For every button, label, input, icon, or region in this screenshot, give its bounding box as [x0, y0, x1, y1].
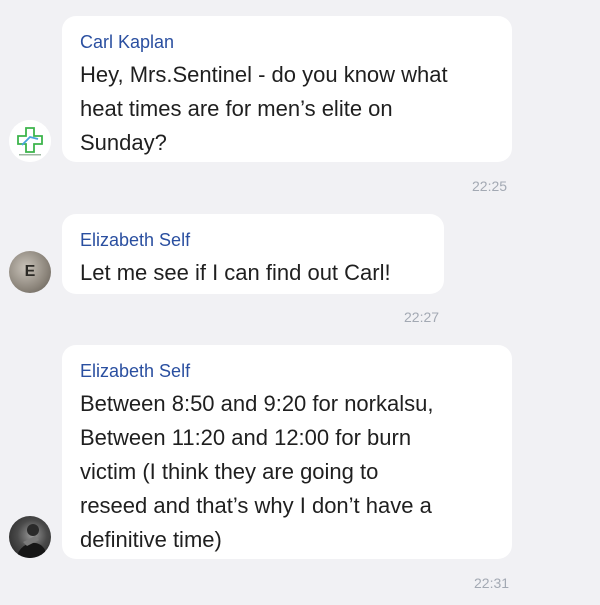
- sender-name[interactable]: Elizabeth Self: [80, 359, 494, 383]
- avatar[interactable]: E: [9, 251, 51, 293]
- message-line: Let me see if I can find out Carl!: [80, 260, 391, 285]
- message-line: Sunday?: [80, 130, 167, 155]
- message-bubble[interactable]: Elizabeth Self Between 8:50 and 9:20 for…: [62, 345, 512, 559]
- message-line: Hey, Mrs.Sentinel - do you know what: [80, 62, 448, 87]
- message-text: Hey, Mrs.Sentinel - do you know what hea…: [80, 58, 494, 160]
- message-bubble[interactable]: Carl Kaplan Hey, Mrs.Sentinel - do you k…: [62, 16, 512, 162]
- timestamp: 22:27: [404, 309, 440, 325]
- message-bubble[interactable]: Elizabeth Self Let me see if I can find …: [62, 214, 444, 294]
- message-line: Between 8:50 and 9:20 for norkalsu,: [80, 391, 434, 416]
- timestamp: 22:25: [472, 178, 508, 194]
- sender-name[interactable]: Elizabeth Self: [80, 228, 426, 252]
- message-line: Between 11:20 and 12:00 for burn: [80, 425, 412, 450]
- medical-cross-logo-icon: [9, 120, 51, 162]
- avatar[interactable]: [9, 516, 51, 558]
- message-line: reseed and that’s why I don’t have a: [80, 493, 432, 518]
- avatar[interactable]: [9, 120, 51, 162]
- message-line: heat times are for men’s elite on: [80, 96, 393, 121]
- avatar-letter: E: [24, 263, 36, 280]
- message-text: Let me see if I can find out Carl!: [80, 256, 426, 290]
- message-line: definitive time): [80, 527, 222, 552]
- timestamp: 22:31: [474, 575, 510, 591]
- sender-name[interactable]: Carl Kaplan: [80, 30, 494, 54]
- message-line: victim (I think they are going to: [80, 459, 379, 484]
- message-text: Between 8:50 and 9:20 for norkalsu, Betw…: [80, 387, 494, 557]
- user-photo-icon: [17, 524, 45, 558]
